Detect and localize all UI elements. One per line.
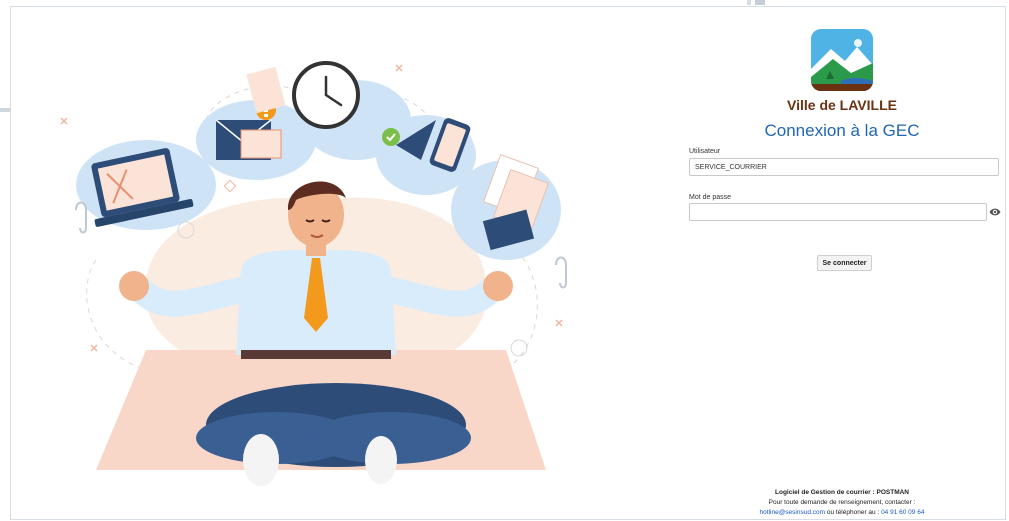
hotline-email-link[interactable]: hotline@sesinsud.com [760,509,826,516]
mountain-landscape-logo-icon [811,29,873,91]
username-input[interactable] [689,158,999,176]
page-title: Connexion à la GEC [764,121,920,140]
login-button[interactable]: Se connecter [817,255,872,271]
footer-contact-text: Pour toute demande de renseignement, con… [768,499,916,506]
window-edge-mark [755,0,765,5]
window-edge-mark [747,0,751,5]
footer-contact-line: hotline@sesinsud.com ou téléphoner au : … [722,508,962,518]
footer-software-name: Logiciel de Gestion de courrier : POSTMA… [775,489,909,496]
password-label: Mot de passe [689,194,732,201]
footer: Logiciel de Gestion de courrier : POSTMA… [722,488,962,518]
username-label: Utilisateur [689,148,721,155]
meditating-office-worker-illustration [60,61,567,486]
brand-name: Ville de LAVILLE [787,97,897,113]
password-input[interactable] [689,203,987,221]
eye-icon[interactable] [989,207,1001,217]
hotline-phone-link[interactable]: 04 91 60 09 64 [881,509,924,516]
footer-or-phone-text: ou téléphoner au : [825,509,882,516]
window-edge-mark [0,108,10,112]
